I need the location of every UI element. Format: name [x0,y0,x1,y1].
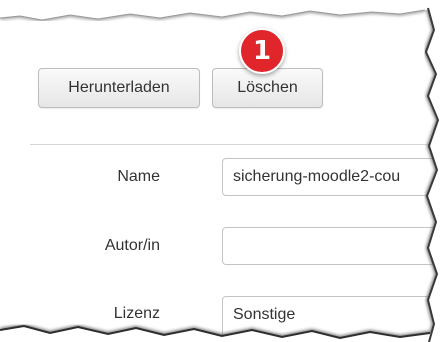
file-details-panel: Herunterladen Löschen Name sicherung-moo… [0,0,448,342]
author-label: Autor/in [104,237,160,254]
step-number-badge: 1 [239,28,285,74]
delete-button[interactable]: Löschen [212,68,323,108]
name-label: Name [117,168,160,185]
license-label: Lizenz [113,305,160,322]
screenshot-crop: Herunterladen Löschen Name sicherung-moo… [0,0,448,342]
download-button[interactable]: Herunterladen [38,68,200,108]
author-field[interactable] [222,227,448,265]
divider [30,144,430,145]
name-field[interactable]: sicherung-moodle2-cou [222,158,448,196]
license-select[interactable]: Sonstige [222,296,448,342]
